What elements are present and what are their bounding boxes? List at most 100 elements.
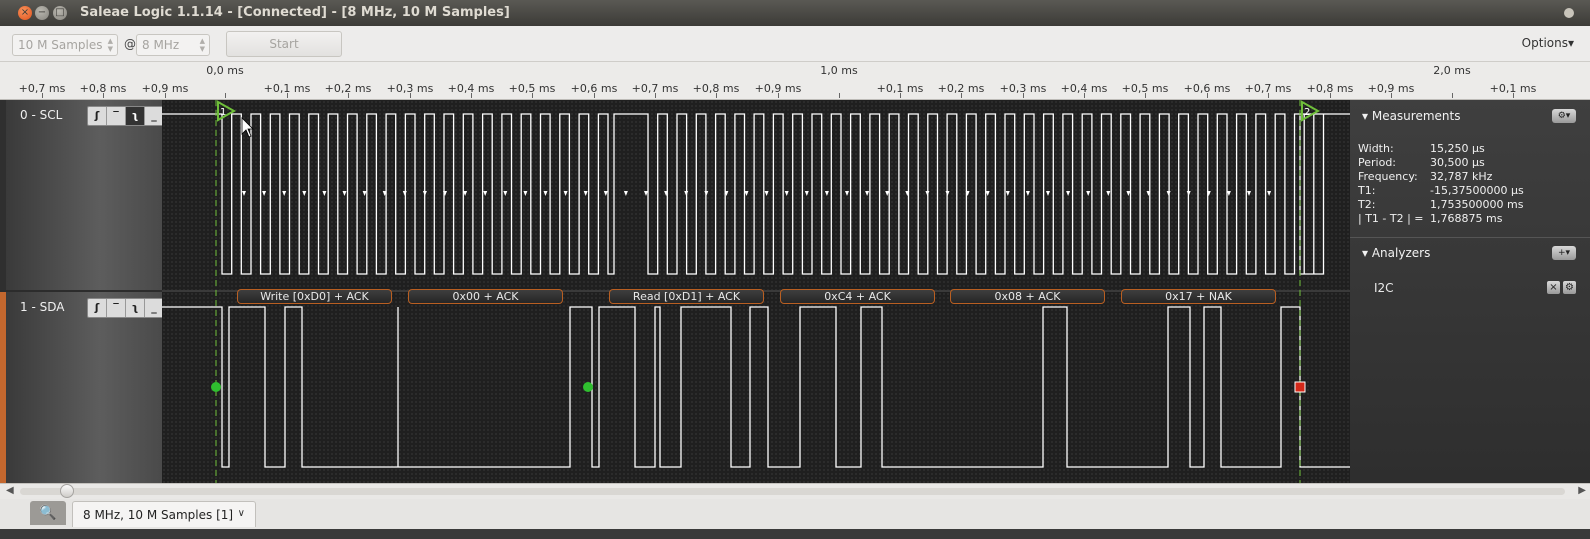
background-strip xyxy=(0,529,1590,539)
time-ruler[interactable]: +0,7 ms +0,8 ms +0,9 ms +0,1 ms +0,2 ms +0,3 … xyxy=(0,62,1590,100)
ruler-tick-mark xyxy=(716,93,717,98)
session-tab[interactable]: 8 MHz, 10 M Samples [1] ∨ xyxy=(72,501,256,527)
scl-sample-arrow xyxy=(1086,191,1091,196)
scl-sample-arrow xyxy=(1066,191,1071,196)
analyzer-i2c[interactable]: I2C xyxy=(1374,281,1394,295)
decoded-frame-bubble[interactable]: Write [0xD0] + ACK xyxy=(237,289,392,304)
spinner-arrows-icon[interactable]: ▲ ▼ xyxy=(200,37,205,53)
ruler-tick-mark xyxy=(778,93,779,98)
waveform-area[interactable]: 1 2 Write [0xD0] + ACK 0x00 + ACK Read [0xD… xyxy=(162,100,1350,483)
scl-sample-arrow xyxy=(865,191,870,196)
session-tab-label: 8 MHz, 10 M Samples [1] xyxy=(83,508,234,522)
trigger-rising-edge-icon[interactable]: ʃ xyxy=(88,299,107,317)
window-menu-icon[interactable] xyxy=(1564,8,1574,18)
scl-sample-arrow xyxy=(402,191,407,196)
scl-sample-arrow xyxy=(1186,191,1191,196)
ruler-major-mark xyxy=(225,93,226,98)
horizontal-scrollbar[interactable]: ◀ ▶ xyxy=(0,483,1590,499)
trigger-selector[interactable]: ʃ ‾ ʅ _ xyxy=(87,106,164,126)
chevron-down-icon[interactable]: ∨ xyxy=(238,508,245,519)
measurement-value: 15,250 µs xyxy=(1430,142,1485,155)
scl-sample-arrow xyxy=(302,191,307,196)
samples-spinner[interactable]: 10 M Samples ▲ ▼ xyxy=(12,34,118,56)
decoded-frame-bubble[interactable]: 0x17 + NAK xyxy=(1121,289,1276,304)
at-label: @ xyxy=(124,37,136,51)
sda-waveform xyxy=(162,306,1350,468)
ruler-tick-mark xyxy=(1023,93,1024,98)
scl-sample-arrow xyxy=(583,191,588,196)
measurements-settings-button[interactable]: ⚙▾ xyxy=(1552,109,1576,123)
ruler-major-label: 1,0 ms xyxy=(820,64,858,77)
ruler-tick-mark xyxy=(348,93,349,98)
trigger-rising-edge-icon[interactable]: ʃ xyxy=(88,107,107,125)
trigger-selector[interactable]: ʃ ‾ ʅ _ xyxy=(87,298,164,318)
decoded-frame-bubble[interactable]: 0x00 + ACK xyxy=(408,289,563,304)
scl-sample-arrow xyxy=(603,191,608,196)
channel-name: 0 - SCL xyxy=(20,108,63,122)
scl-sample-arrow xyxy=(1247,191,1251,196)
ruler-tick-mark xyxy=(1145,93,1146,98)
ruler-tick-mark xyxy=(1207,93,1208,98)
search-icon[interactable]: 🔍 xyxy=(30,501,66,525)
trigger-high-icon[interactable]: ‾ xyxy=(107,107,126,125)
analyzer-settings-icon[interactable]: ⚙ xyxy=(1563,281,1576,294)
measurement-value: 1,753500000 ms xyxy=(1430,198,1524,211)
add-analyzer-button[interactable]: +▾ xyxy=(1552,246,1576,260)
ruler-tick-mark xyxy=(410,93,411,98)
spinner-arrows-icon[interactable]: ▲ ▼ xyxy=(108,37,113,53)
ruler-tick-mark xyxy=(1268,93,1269,98)
ruler-tick-mark xyxy=(42,93,43,98)
measurement-label: Frequency: xyxy=(1358,170,1418,183)
minimize-window-button[interactable]: − xyxy=(35,6,49,20)
rate-spinner[interactable]: 8 MHz ▲ ▼ xyxy=(136,34,210,56)
maximize-window-button[interactable]: □ xyxy=(53,6,67,20)
measurement-label: Width: xyxy=(1358,142,1394,155)
ruler-major-label: 2,0 ms xyxy=(1433,64,1471,77)
trigger-falling-edge-icon[interactable]: ʅ xyxy=(126,107,145,125)
trigger-falling-edge-icon[interactable]: ʅ xyxy=(126,299,145,317)
decoded-frame-bubble[interactable]: 0x08 + ACK xyxy=(950,289,1105,304)
scroll-left-icon[interactable]: ◀ xyxy=(6,485,14,496)
measurement-value: -15,37500000 µs xyxy=(1430,184,1524,197)
remove-analyzer-button[interactable]: × xyxy=(1547,281,1560,294)
ruler-tick-mark xyxy=(1391,93,1392,98)
trigger-high-icon[interactable]: ‾ xyxy=(107,299,126,317)
scl-sample-arrow xyxy=(523,191,528,196)
start-button[interactable]: Start xyxy=(226,31,342,57)
trigger-low-icon[interactable]: _ xyxy=(145,107,163,125)
decoded-frame-bubble[interactable]: Read [0xD1] + ACK xyxy=(609,289,764,304)
scl-sample-arrow xyxy=(362,191,367,196)
scl-sample-arrow xyxy=(1267,191,1272,196)
ruler-tick-mark xyxy=(961,93,962,98)
divider xyxy=(1350,237,1590,238)
measurement-value: 30,500 µs xyxy=(1430,156,1485,169)
options-menu[interactable]: Options▾ xyxy=(1522,36,1574,50)
channel-panel-scl[interactable]: 0 - SCL ʃ ‾ ʅ _ xyxy=(0,100,164,290)
ruler-tick-mark xyxy=(165,93,166,98)
scl-sample-arrow xyxy=(543,191,548,196)
title-bar: × − □ Saleae Logic 1.1.14 - [Connected] … xyxy=(0,0,1590,26)
scl-sample-arrow xyxy=(764,191,769,196)
scl-sample-arrow xyxy=(1025,191,1030,196)
channel-panel-sda[interactable]: 1 - SDA ʃ ‾ ʅ _ xyxy=(0,292,164,483)
ruler-tick-mark xyxy=(594,93,595,98)
measurement-label: | T1 - T2 | = xyxy=(1358,212,1424,225)
analyzers-header[interactable]: ▾ Analyzers xyxy=(1362,246,1430,260)
scl-waveform xyxy=(162,113,1350,275)
scroll-thumb[interactable] xyxy=(60,484,74,498)
ruler-major-mark xyxy=(839,93,840,98)
ruler-tick-mark xyxy=(655,93,656,98)
cursor-t2-label: 2 xyxy=(1304,107,1310,118)
scl-sample-arrow xyxy=(422,191,427,196)
measurements-header[interactable]: ▾ Measurements xyxy=(1362,109,1460,123)
trigger-low-icon[interactable]: _ xyxy=(145,299,163,317)
scl-sample-arrow xyxy=(925,191,930,196)
scroll-right-icon[interactable]: ▶ xyxy=(1578,485,1586,496)
decoded-frame-bubble[interactable]: 0xC4 + ACK xyxy=(780,289,935,304)
ruler-tick-mark xyxy=(900,93,901,98)
measurement-label: T2: xyxy=(1358,198,1376,211)
right-sidebar: ▾ Measurements ⚙▾ Width: 15,250 µs Period:… xyxy=(1350,100,1590,483)
scroll-track[interactable] xyxy=(20,488,1565,495)
close-window-button[interactable]: × xyxy=(18,6,32,20)
scl-sample-arrow xyxy=(242,191,246,196)
